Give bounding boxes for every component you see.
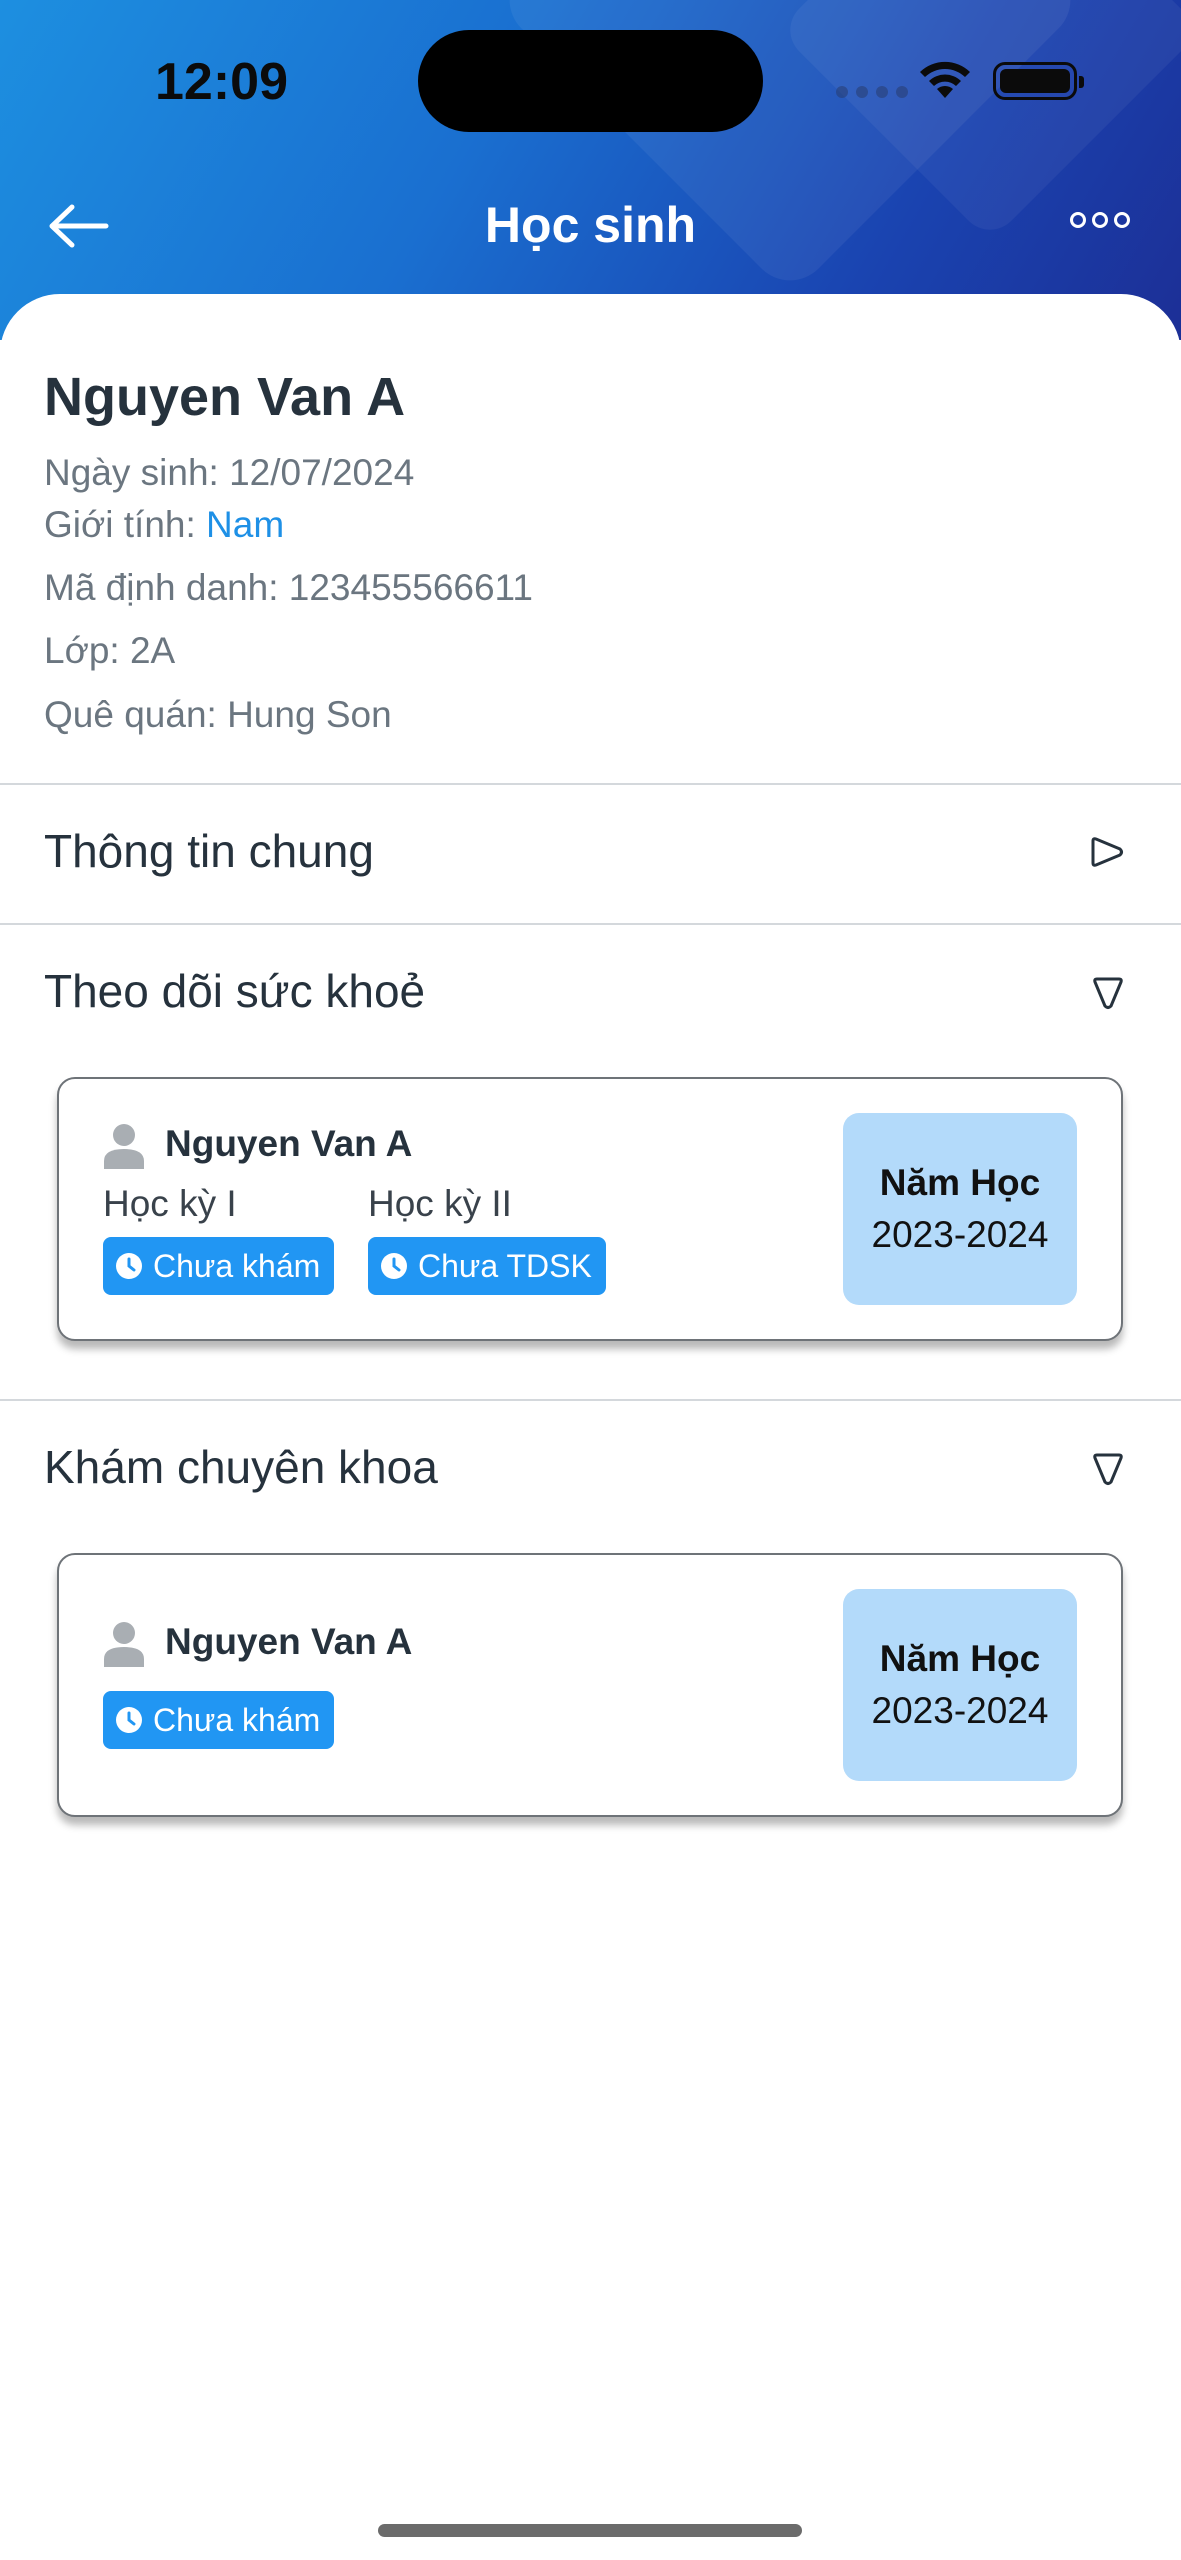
chevron-right-icon[interactable]	[1090, 834, 1126, 870]
content-sheet	[0, 294, 1181, 2560]
term-2-label: Học kỳ II	[368, 1183, 512, 1224]
clock-icon	[381, 1253, 407, 1279]
section-general-info[interactable]: Thông tin chung	[44, 824, 374, 878]
exam-status-badge: Chưa khám	[103, 1691, 335, 1749]
wifi-icon	[920, 61, 970, 98]
app-header: 12:09 Học sinh	[0, 0, 1181, 340]
health-tracking-card[interactable]: Nguyen Van A Học kỳ I Học kỳ II Chưa khá…	[57, 1077, 1123, 1341]
student-id-code: Mã định danh: 123455566611	[44, 567, 533, 608]
divider	[0, 1399, 1181, 1401]
specialist-exam-card[interactable]: Nguyen Van A Chưa khám Năm Học 2023-2024	[57, 1553, 1123, 1817]
badge-label: Chưa khám	[153, 1701, 321, 1738]
student-hometown: Quê quán: Hung Son	[44, 694, 392, 735]
card-student-name: Nguyen Van A	[165, 1621, 413, 1662]
student-name: Nguyen Van A	[44, 367, 406, 427]
clock-icon	[116, 1253, 142, 1279]
divider	[0, 783, 1181, 785]
divider	[0, 923, 1181, 925]
badge-label: Chưa TDSK	[418, 1247, 592, 1284]
chevron-down-icon[interactable]	[1090, 1452, 1126, 1488]
cellular-signal-icon	[836, 86, 908, 98]
chevron-down-icon[interactable]	[1090, 976, 1126, 1012]
more-options-icon[interactable]	[1070, 212, 1130, 228]
student-dob: Ngày sinh: 12/07/2024	[44, 452, 415, 493]
clock-icon	[116, 1707, 142, 1733]
person-icon	[104, 1622, 144, 1667]
term-2-status-badge: Chưa TDSK	[368, 1237, 606, 1295]
dynamic-island	[418, 30, 763, 132]
term-1-status-badge: Chưa khám	[103, 1237, 335, 1295]
student-class: Lớp: 2A	[44, 630, 176, 671]
school-year-label: Năm Học	[879, 1638, 1041, 1679]
student-gender: Giới tính: Nam	[44, 504, 284, 546]
school-year-value: 2023-2024	[871, 1690, 1049, 1731]
badge-label: Chưa khám	[153, 1247, 321, 1284]
gender-label: Giới tính:	[44, 504, 207, 545]
term-1-label: Học kỳ I	[103, 1183, 237, 1224]
school-year-box: Năm Học 2023-2024	[843, 1113, 1077, 1305]
battery-icon	[993, 62, 1084, 100]
person-icon	[104, 1124, 144, 1169]
gender-value: Nam	[206, 504, 285, 545]
section-health-tracking[interactable]: Theo dõi sức khoẻ	[44, 964, 425, 1018]
school-year-label: Năm Học	[879, 1162, 1041, 1203]
card-student-name: Nguyen Van A	[165, 1123, 413, 1164]
status-time: 12:09	[155, 53, 288, 111]
school-year-box: Năm Học 2023-2024	[843, 1589, 1077, 1781]
home-indicator[interactable]	[378, 2524, 802, 2537]
school-year-value: 2023-2024	[871, 1214, 1049, 1255]
section-specialist-exam[interactable]: Khám chuyên khoa	[44, 1440, 438, 1494]
page-title: Học sinh	[484, 197, 697, 253]
